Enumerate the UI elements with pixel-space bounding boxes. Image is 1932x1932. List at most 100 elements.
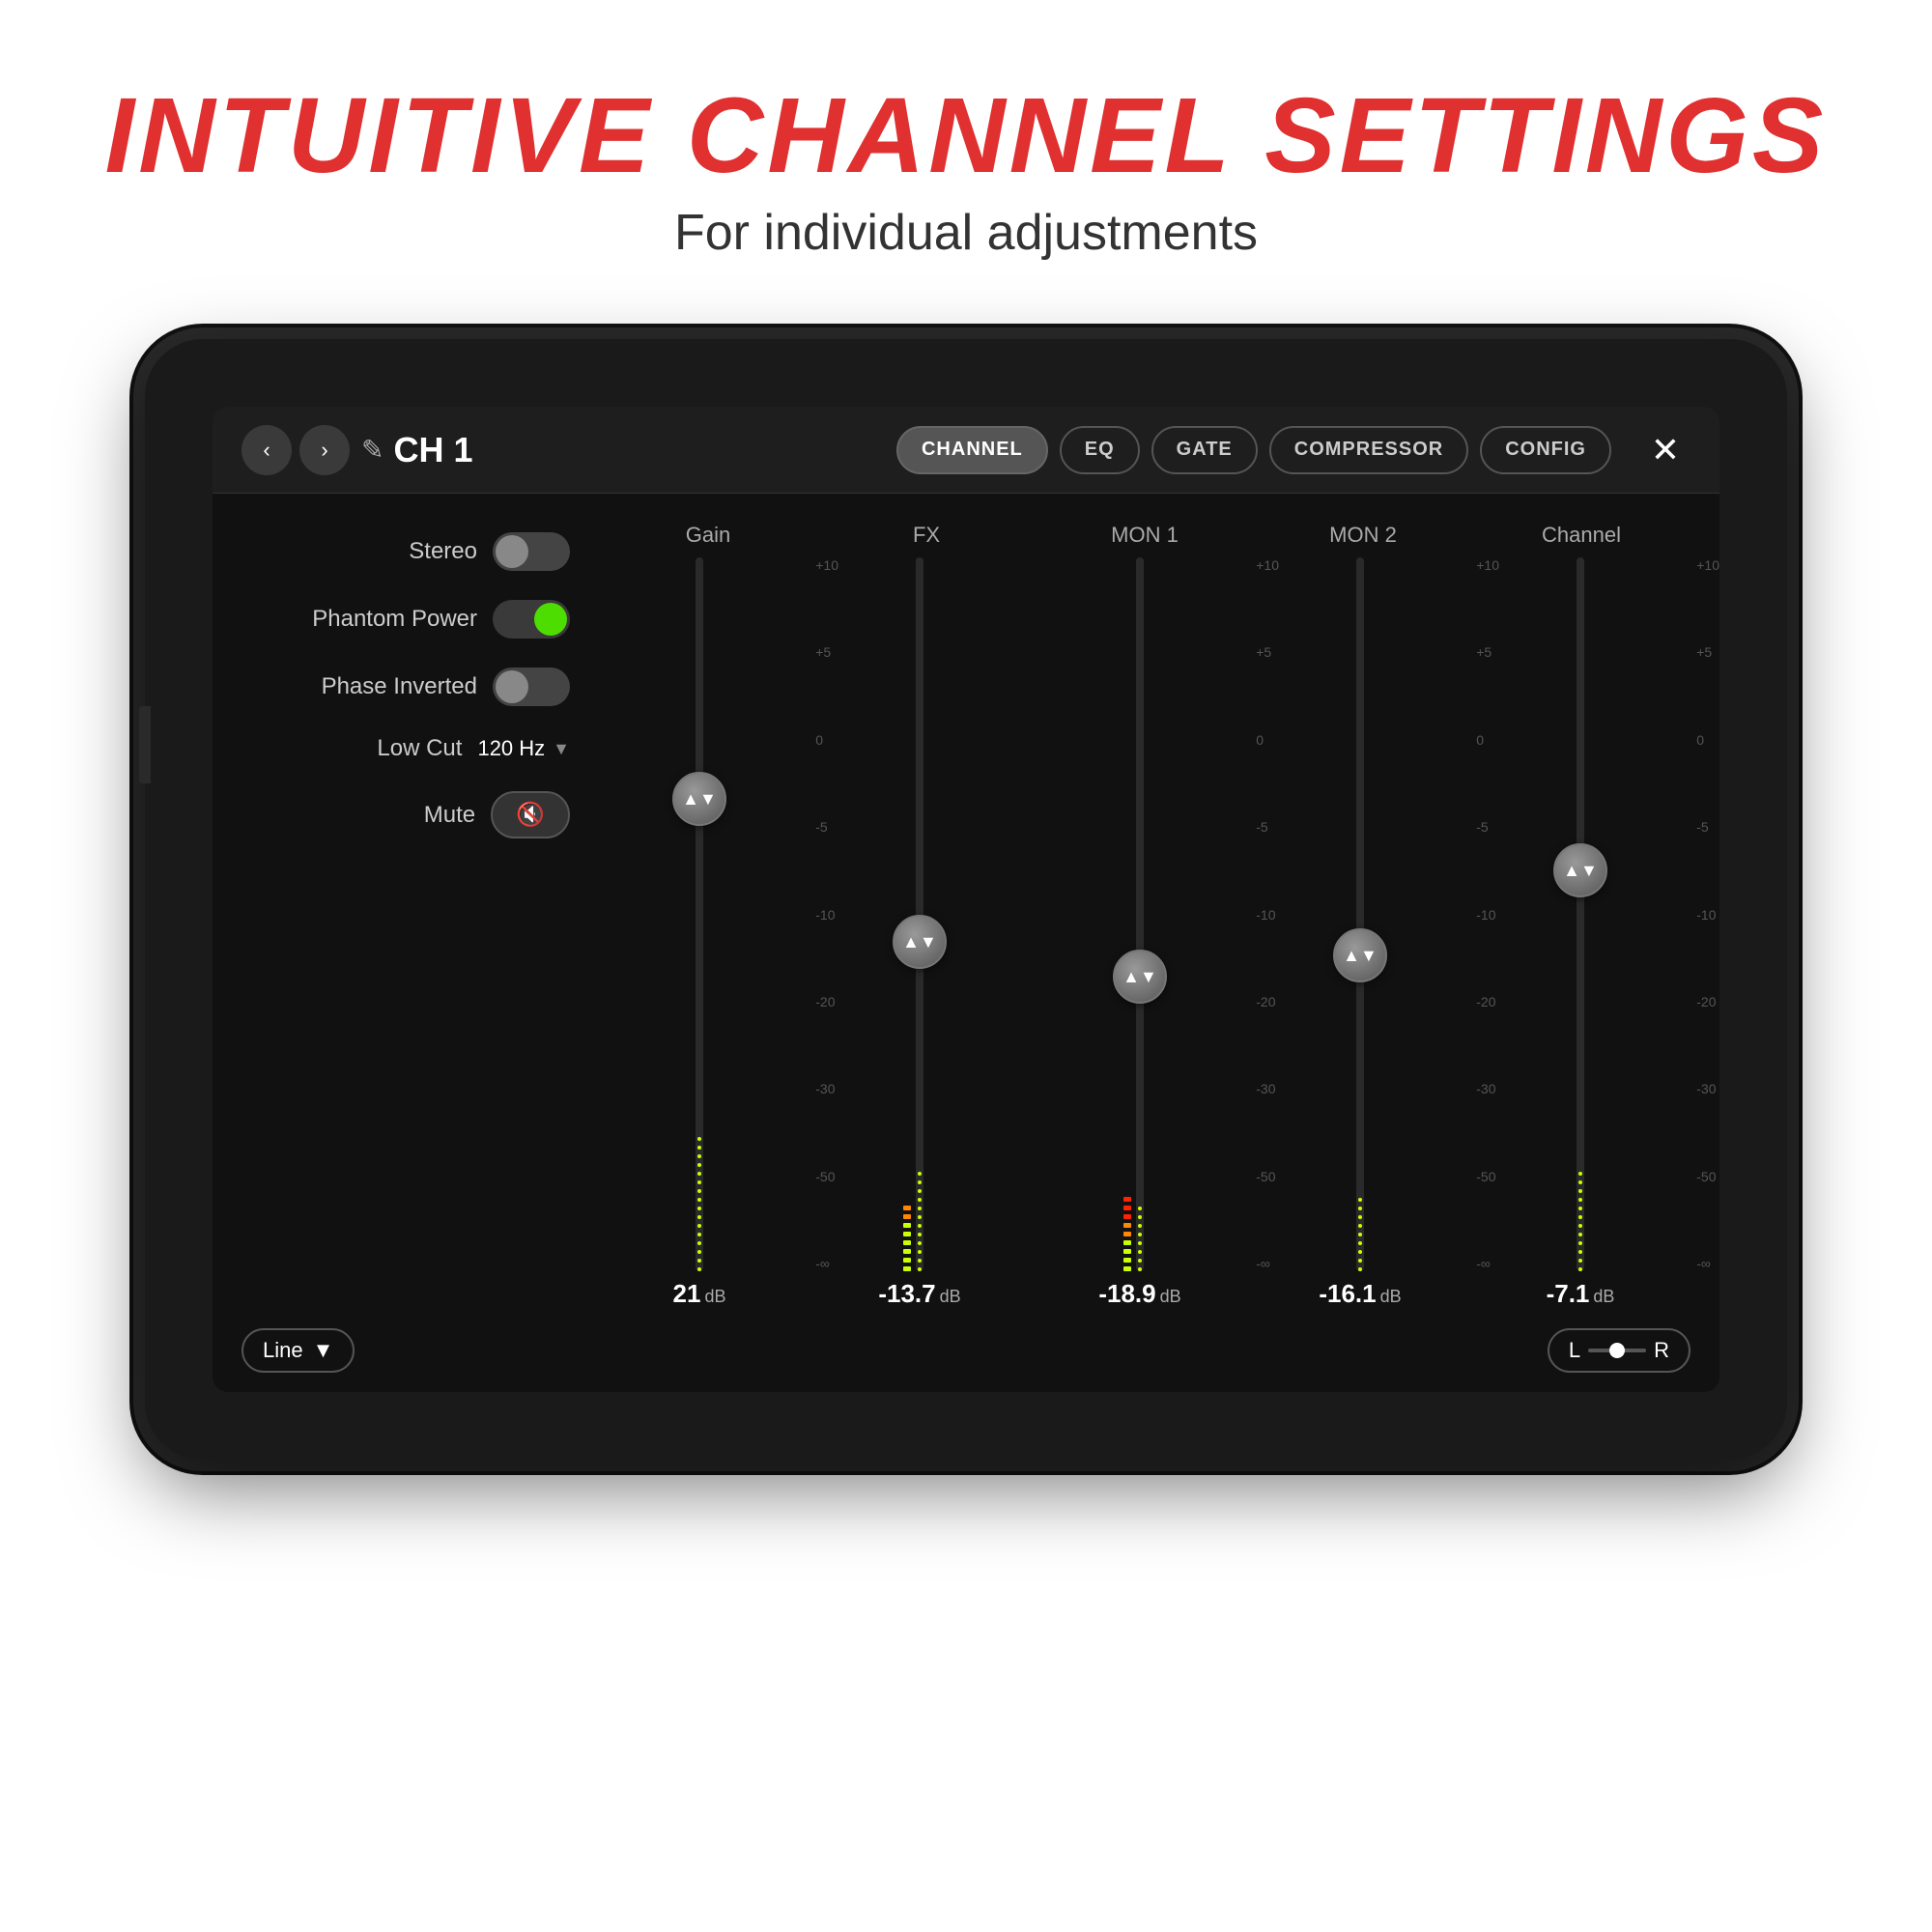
fader-value-row-mon2: -16.1 dB [1319, 1279, 1401, 1309]
nav-buttons: ‹ › [242, 425, 350, 475]
fader-track-gain: ▲▼ [696, 557, 703, 1271]
fader-track-channel: ▲▼ [1577, 557, 1584, 1271]
fader-value-channel: -7.1 [1547, 1279, 1590, 1309]
nav-forward-button[interactable]: › [299, 425, 350, 475]
phantom-power-toggle-knob [534, 603, 567, 636]
fader-unit-mon1: dB [1160, 1287, 1181, 1307]
phantom-power-toggle[interactable] [493, 600, 570, 639]
fader-handle-channel[interactable]: ▲▼ [1553, 843, 1607, 897]
fader-value-row-fx: -13.7 dB [878, 1279, 960, 1309]
fader-fill-fx [917, 808, 923, 1271]
faders-header: Gain FX MON 1 MON 2 Channel [589, 523, 1690, 557]
lr-slider[interactable] [1588, 1349, 1646, 1352]
main-title: INTUITIVE CHANNEL SETTINGS [105, 77, 1828, 194]
level-meter-fx [902, 1206, 912, 1271]
fader-unit-mon2: dB [1380, 1287, 1402, 1307]
fader-fill-channel [1577, 757, 1583, 1271]
fader-unit-fx: dB [940, 1287, 961, 1307]
fader-value-gain: 21 [673, 1279, 701, 1309]
tab-channel[interactable]: CHANNEL [896, 426, 1048, 474]
tablet-body: ‹ › ✎ CH 1 CHANNEL EQ GATE COMPRESSOR CO… [145, 339, 1787, 1460]
fader-unit-channel: dB [1593, 1287, 1614, 1307]
bottom-bar: Line ▼ L R [213, 1328, 1719, 1392]
faders-panel: Gain FX MON 1 MON 2 Channel [589, 523, 1690, 1309]
fader-fill-mon1 [1137, 879, 1143, 1271]
fader-handle-arrows-gain: ▲▼ [682, 790, 717, 808]
fader-header-mon2: MON 2 [1254, 523, 1472, 548]
mute-icon: 🔇 [516, 801, 545, 829]
input-type-arrow-icon: ▼ [313, 1338, 334, 1363]
fader-col-mon1: ▲▼ +10 +5 0 -5 -10 -20 [1030, 557, 1250, 1309]
mute-button[interactable]: 🔇 [491, 791, 570, 838]
fader-header-gain: Gain [599, 523, 817, 548]
fader-track-fx: ▲▼ [916, 557, 923, 1271]
level-meter-mon1 [1122, 1197, 1132, 1271]
screen-header: ‹ › ✎ CH 1 CHANNEL EQ GATE COMPRESSOR CO… [213, 407, 1719, 494]
phantom-power-control-row: Phantom Power [242, 600, 570, 639]
nav-back-button[interactable]: ‹ [242, 425, 292, 475]
fader-header-mon1: MON 1 [1036, 523, 1254, 548]
lr-control[interactable]: L R [1548, 1328, 1690, 1373]
tablet-screen: ‹ › ✎ CH 1 CHANNEL EQ GATE COMPRESSOR CO… [213, 407, 1719, 1392]
input-type-dropdown[interactable]: Line ▼ [242, 1328, 355, 1373]
fader-handle-arrows-channel: ▲▼ [1563, 862, 1598, 879]
stereo-toggle[interactable] [493, 532, 570, 571]
tab-eq[interactable]: EQ [1060, 426, 1140, 474]
left-panel: Stereo Phantom Power Phase [242, 523, 570, 1309]
fader-handle-fx[interactable]: ▲▼ [893, 915, 947, 969]
phase-inverted-toggle[interactable] [493, 668, 570, 706]
phase-inverted-toggle-knob [496, 670, 528, 703]
fader-track-area-gain: ▲▼ +10 +5 0 -5 -10 -20 [589, 557, 810, 1271]
fader-unit-gain: dB [704, 1287, 725, 1307]
lr-right-label: R [1654, 1338, 1669, 1363]
low-cut-control-row: Low Cut 120 Hz ▼ [242, 735, 570, 762]
fader-value-mon1: -18.9 [1098, 1279, 1155, 1309]
faders-row: ▲▼ +10 +5 0 -5 -10 -20 [589, 557, 1690, 1309]
close-button[interactable]: ✕ [1640, 425, 1690, 475]
fader-handle-arrows-fx: ▲▼ [902, 933, 937, 951]
fader-col-channel: ▲▼ +10 +5 0 -5 -10 -20 [1470, 557, 1690, 1309]
stereo-toggle-knob [496, 535, 528, 568]
edit-icon[interactable]: ✎ [361, 434, 384, 466]
fader-value-row-gain: 21 dB [673, 1279, 726, 1309]
fader-value-row-mon1: -18.9 dB [1098, 1279, 1180, 1309]
fader-track-mon2: ▲▼ [1356, 557, 1364, 1271]
fader-value-row-channel: -7.1 dB [1547, 1279, 1615, 1309]
fader-value-mon2: -16.1 [1319, 1279, 1376, 1309]
channel-name: CH 1 [393, 430, 472, 470]
tab-config[interactable]: CONFIG [1480, 426, 1611, 474]
screen-content: Stereo Phantom Power Phase [213, 494, 1719, 1328]
fader-handle-mon2[interactable]: ▲▼ [1333, 928, 1387, 982]
fader-handle-gain[interactable]: ▲▼ [672, 772, 726, 826]
input-type-value: Line [263, 1338, 303, 1363]
fader-track-area-mon2: ▲▼ +10 +5 0 -5 -10 -20 [1250, 557, 1470, 1271]
stereo-control-row: Stereo [242, 532, 570, 571]
fader-handle-arrows-mon1: ▲▼ [1122, 968, 1157, 985]
lr-left-label: L [1569, 1338, 1580, 1363]
scale-labels-channel: +10 +5 0 -5 -10 -20 -30 -50 -∞ [1696, 557, 1719, 1271]
fader-handle-mon1[interactable]: ▲▼ [1113, 950, 1167, 1004]
low-cut-arrow-icon: ▼ [553, 739, 570, 759]
fader-col-mon2: ▲▼ +10 +5 0 -5 -10 -20 [1250, 557, 1470, 1309]
fader-col-fx: ▲▼ -13.7 dB [810, 557, 1030, 1309]
fader-track-area-fx: ▲▼ [810, 557, 1030, 1271]
stereo-label: Stereo [242, 538, 477, 565]
low-cut-dropdown[interactable]: 120 Hz ▼ [477, 736, 570, 761]
fader-col-gain: ▲▼ +10 +5 0 -5 -10 -20 [589, 557, 810, 1309]
phantom-power-label: Phantom Power [242, 606, 477, 633]
tab-gate[interactable]: GATE [1151, 426, 1258, 474]
fader-track-area-channel: ▲▼ +10 +5 0 -5 -10 -20 [1470, 557, 1690, 1271]
low-cut-value: 120 Hz [477, 736, 545, 761]
fader-track-mon1: ▲▼ [1136, 557, 1144, 1271]
sub-title: For individual adjustments [674, 204, 1258, 262]
mute-control-row: Mute 🔇 [242, 791, 570, 838]
fader-fill-mon2 [1357, 857, 1363, 1271]
fader-value-fx: -13.7 [878, 1279, 935, 1309]
phase-inverted-control-row: Phase Inverted [242, 668, 570, 706]
tablet-wrapper: ‹ › ✎ CH 1 CHANNEL EQ GATE COMPRESSOR CO… [145, 339, 1787, 1460]
tab-compressor[interactable]: COMPRESSOR [1269, 426, 1468, 474]
low-cut-label: Low Cut [242, 735, 462, 762]
tablet-side-button [139, 706, 151, 783]
mute-label: Mute [242, 802, 475, 829]
fader-header-fx: FX [817, 523, 1036, 548]
